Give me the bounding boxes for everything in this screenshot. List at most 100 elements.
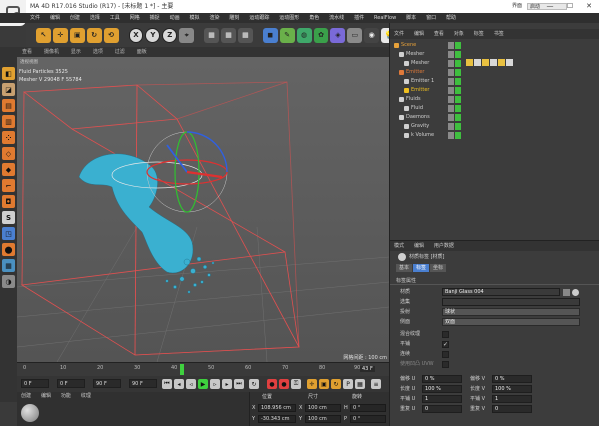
maximize-button[interactable]: ☐ — [560, 0, 580, 13]
visibility-toggles[interactable] — [448, 123, 462, 130]
visibility-toggles[interactable] — [448, 132, 462, 139]
axis-y-button[interactable]: Y — [145, 27, 161, 43]
viewport-menu-display[interactable]: 显示 — [66, 47, 86, 57]
side-select[interactable]: 双面 — [442, 318, 580, 326]
menu-mograph[interactable]: 运动图形 — [275, 13, 303, 23]
obj-menu-view[interactable]: 查看 — [430, 29, 448, 39]
menu-window[interactable]: 窗口 — [422, 13, 440, 23]
attr-menu-mode[interactable]: 模式 — [390, 241, 408, 251]
obj-menu-file[interactable]: 文件 — [390, 29, 408, 39]
position-y-field[interactable]: -30.343 cm — [258, 415, 296, 423]
solo-icon[interactable]: ⬤ — [2, 243, 15, 256]
visibility-toggles[interactable] — [448, 78, 462, 85]
menu-mesh[interactable]: 网格 — [126, 13, 144, 23]
object-row[interactable]: Scene — [390, 41, 599, 50]
length-v-field[interactable]: 100 % — [492, 385, 532, 393]
autokey-icon[interactable]: ● — [279, 379, 289, 389]
visibility-toggles[interactable] — [448, 114, 462, 121]
model-mode-icon[interactable]: ◪ — [2, 83, 15, 96]
render-view-icon[interactable]: ▦ — [204, 27, 220, 43]
offset-u-field[interactable]: 0 % — [422, 375, 462, 383]
move-icon[interactable]: ✛ — [52, 27, 68, 43]
viewport-menu-cameras[interactable]: 摄像机 — [39, 47, 64, 57]
menu-snap[interactable]: 捕捉 — [146, 13, 164, 23]
minimize-button[interactable]: — — [540, 0, 560, 13]
viewport-camera-label[interactable]: 透视视图 — [20, 59, 38, 65]
visibility-toggles[interactable] — [448, 87, 462, 94]
end-frame-field[interactable]: 90 F — [129, 379, 157, 388]
camera-icon[interactable]: ◉ — [364, 27, 380, 43]
axis-x-button[interactable]: X — [128, 27, 144, 43]
repeat-v-field[interactable]: 0 — [492, 405, 532, 413]
keyframe-selection-icon[interactable]: ⚿ — [291, 379, 301, 389]
material-preview-icon[interactable] — [572, 289, 579, 296]
menu-character[interactable]: 角色 — [305, 13, 323, 23]
next-frame-icon[interactable]: ▹ — [210, 379, 220, 389]
timeline-ruler[interactable]: 0 10 20 30 40 50 60 70 80 90 43 F — [17, 362, 389, 376]
render-settings-icon[interactable]: ▦ — [237, 27, 253, 43]
key-param-icon[interactable]: P — [343, 379, 353, 389]
menu-file[interactable]: 文件 — [26, 13, 44, 23]
seamless-checkbox[interactable] — [442, 351, 449, 358]
rotation-h-field[interactable]: 0 ° — [350, 404, 386, 412]
object-row[interactable]: Emitter 1 — [390, 77, 599, 86]
material-menu-texture[interactable]: 纹理 — [77, 392, 95, 401]
material-swatch[interactable] — [21, 404, 39, 422]
coordinate-system-icon[interactable]: ⌖ — [179, 27, 195, 43]
menu-edit[interactable]: 编辑 — [46, 13, 64, 23]
obj-menu-objects[interactable]: 对象 — [450, 29, 468, 39]
grid-icon[interactable]: ▦ — [2, 259, 15, 272]
obj-menu-bookmarks[interactable]: 书签 — [490, 29, 508, 39]
position-x-field[interactable]: 108.956 cm — [258, 404, 296, 412]
tag-icon[interactable] — [466, 59, 473, 66]
viewport[interactable]: 透视视图 Fluid Particles 3525 Mesher V 29048… — [17, 57, 389, 362]
subdivision-icon[interactable]: ◍ — [296, 27, 312, 43]
visibility-toggles[interactable] — [448, 42, 462, 49]
visibility-toggles[interactable] — [448, 60, 462, 67]
material-menu-edit[interactable]: 编辑 — [37, 392, 55, 401]
goto-start-icon[interactable]: ⏮ — [162, 379, 172, 389]
attr-menu-userdata[interactable]: 用户数据 — [430, 241, 458, 251]
obj-menu-edit[interactable]: 编辑 — [410, 29, 428, 39]
points-mode-icon[interactable]: ⁘ — [2, 131, 15, 144]
tag-icon[interactable] — [498, 59, 505, 66]
viewport-menu-view[interactable]: 查看 — [17, 47, 37, 57]
pen-icon[interactable]: ✎ — [279, 27, 295, 43]
menu-animate[interactable]: 动画 — [166, 13, 184, 23]
tile-checkbox[interactable]: ✓ — [442, 341, 449, 348]
size-y-field[interactable]: 100 cm — [305, 415, 341, 423]
object-row[interactable]: Fluids — [390, 95, 599, 104]
rotation-p-field[interactable]: 0 ° — [350, 415, 386, 423]
blend-checkbox[interactable] — [442, 331, 449, 338]
object-row[interactable]: Emitter — [390, 68, 599, 77]
start-frame-field[interactable]: 0 F — [21, 379, 49, 388]
tab-tag[interactable]: 标签 — [413, 264, 430, 272]
timeline-menu-icon[interactable]: ≡ — [371, 379, 381, 389]
menu-select[interactable]: 选择 — [86, 13, 104, 23]
loop-icon[interactable]: ↻ — [249, 379, 259, 389]
key-scale-icon[interactable]: ▣ — [319, 379, 329, 389]
visibility-toggles[interactable] — [448, 105, 462, 112]
key-pla-icon[interactable]: ▦ — [355, 379, 365, 389]
key-rotation-icon[interactable]: ↻ — [331, 379, 341, 389]
menu-script[interactable]: 脚本 — [402, 13, 420, 23]
live-select-icon[interactable]: ↖ — [36, 27, 51, 43]
recent-tool-icon[interactable]: ⟲ — [103, 27, 119, 43]
object-row[interactable]: Emitter — [390, 86, 599, 95]
offset-v-field[interactable]: 0 % — [492, 375, 532, 383]
viewport-menu-panel[interactable]: 面板 — [132, 47, 152, 57]
projection-select[interactable]: 球状 — [442, 308, 580, 316]
selection-field[interactable] — [442, 298, 580, 306]
obj-menu-tags[interactable]: 标签 — [470, 29, 488, 39]
timeline-playhead[interactable] — [180, 364, 184, 375]
tiles-v-field[interactable]: 1 — [492, 395, 532, 403]
object-row[interactable]: Mesher — [390, 50, 599, 59]
preview-end-field[interactable]: 90 F — [93, 379, 121, 388]
tag-icon[interactable] — [482, 59, 489, 66]
repeat-u-field[interactable]: 0 — [422, 405, 462, 413]
deformer-icon[interactable]: ◈ — [330, 27, 346, 43]
tag-icon[interactable] — [474, 59, 481, 66]
menu-motion-tracker[interactable]: 运动跟踪 — [245, 13, 273, 23]
menu-sculpt[interactable]: 雕刻 — [225, 13, 243, 23]
make-editable-icon[interactable]: ◧ — [2, 67, 15, 80]
